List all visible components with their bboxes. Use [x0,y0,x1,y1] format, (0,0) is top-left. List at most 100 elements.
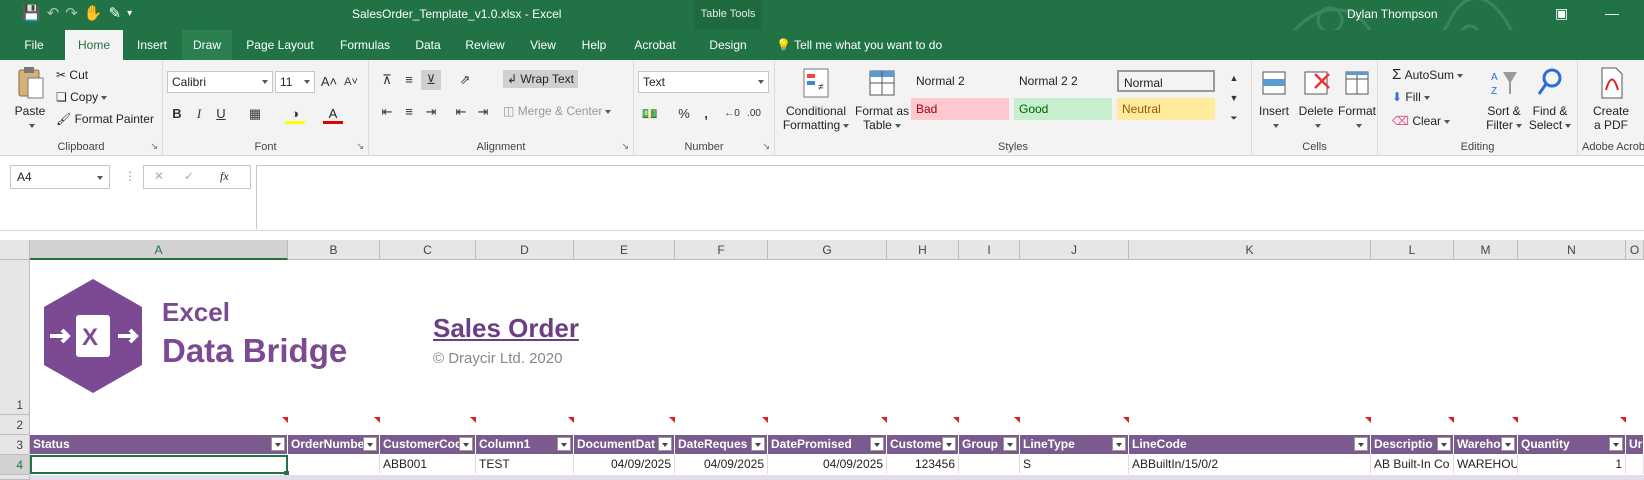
style-normal-2[interactable]: Normal 2 [911,70,1009,92]
style-good[interactable]: Good [1014,98,1112,120]
tab-file[interactable]: File [16,30,52,60]
filter-dropdown-icon[interactable] [1609,437,1623,451]
highlight-icon[interactable]: ✎ [109,4,122,22]
cell-k4[interactable]: ABBuiltIn/15/0/2 [1129,455,1371,474]
tab-help[interactable]: Help [574,30,614,60]
decrease-indent-icon[interactable]: ⇤ [451,102,471,122]
table-header-linecode[interactable]: LineCode [1129,435,1371,454]
save-icon[interactable]: 💾 [22,4,41,22]
cell-l4[interactable]: AB Built-In Co [1371,455,1454,474]
column-header-l[interactable]: L [1371,240,1454,260]
font-launcher-icon[interactable]: ↘ [356,141,364,152]
tab-acrobat[interactable]: Acrobat [626,30,684,60]
cell-c4[interactable]: ABB001 [380,455,476,474]
column-header-o[interactable]: O [1626,240,1644,260]
row-header-4[interactable]: 4 [0,455,30,475]
insert-cells-button[interactable]: Insert [1254,66,1294,132]
row-header-5[interactable] [0,475,30,480]
tab-review[interactable]: Review [457,30,513,60]
style-bad[interactable]: Bad [911,98,1009,120]
font-name-select[interactable]: Calibri [167,71,273,93]
orientation-icon[interactable]: ⇗ [455,70,475,90]
table-header-customer[interactable]: Custome [887,435,959,454]
copy-button[interactable]: ❏ Copy [56,90,108,104]
cell-n4[interactable]: 1 [1518,455,1626,474]
table-header-customercode[interactable]: CustomerCod [380,435,476,454]
cell-i4[interactable] [959,455,1020,474]
cell-f4[interactable]: 04/09/2025 [675,455,768,474]
redo-icon[interactable]: ↷ [65,4,78,22]
comma-button[interactable]: , [696,104,716,124]
tab-view[interactable]: View [524,30,562,60]
select-all-corner[interactable] [0,240,30,260]
merge-center-button[interactable]: ◫ Merge & Center [503,104,612,118]
formula-input[interactable] [256,165,1644,229]
tab-home[interactable]: Home [65,30,123,60]
conditional-formatting-button[interactable]: ≠ Conditional Formatting [781,66,851,132]
style-normal[interactable]: Normal [1117,70,1215,92]
create-pdf-button[interactable]: Create a PDF [1584,66,1638,132]
styles-scroll-up-icon[interactable]: ▲ [1227,68,1241,88]
undo-icon[interactable]: ↶ [47,4,60,22]
table-header-warehouse[interactable]: Wareho [1454,435,1518,454]
filter-dropdown-icon[interactable] [1437,437,1451,451]
customize-qat-icon[interactable]: ▾ [127,8,132,19]
fill-button[interactable]: ⬇ Fill [1392,90,1430,104]
increase-indent-icon[interactable]: ⇥ [473,102,493,122]
cell-m4[interactable]: WAREHOU [1454,455,1518,474]
align-right-icon[interactable]: ⇥ [421,102,441,122]
number-format-select[interactable]: Text [638,71,769,93]
cell-e4[interactable]: 04/09/2025 [574,455,675,474]
style-neutral[interactable]: Neutral [1117,98,1215,120]
minimize-icon[interactable]: — [1605,5,1619,21]
underline-button[interactable]: U [211,104,231,124]
tab-data[interactable]: Data [410,30,446,60]
column-header-m[interactable]: M [1454,240,1518,260]
sort-filter-button[interactable]: AZ Sort & Filter [1482,66,1526,132]
alignment-launcher-icon[interactable]: ↘ [621,141,629,152]
align-center-icon[interactable]: ≡ [399,102,419,122]
decrease-decimal-icon[interactable]: .00 [744,104,764,124]
column-header-h[interactable]: H [887,240,959,260]
ribbon-display-options-icon[interactable]: ▣ [1555,5,1568,22]
column-header-k[interactable]: K [1129,240,1371,260]
cell-h4[interactable]: 123456 [887,455,959,474]
cut-button[interactable]: ✂ Cut [56,68,88,82]
clear-button[interactable]: ⌫ Clear [1392,114,1450,128]
align-left-icon[interactable]: ⇤ [377,102,397,122]
delete-cells-button[interactable]: Delete [1296,66,1336,132]
increase-font-icon[interactable]: A˄ [319,72,339,92]
table-header-daterequested[interactable]: DateReques [675,435,768,454]
table-header-status[interactable]: Status [30,435,288,454]
tab-design[interactable]: Design [702,30,754,60]
filter-dropdown-icon[interactable] [1501,437,1515,451]
active-cell-a4[interactable] [30,455,288,474]
tab-draw[interactable]: Draw [182,30,232,60]
insert-function-icon[interactable]: fx [220,169,229,184]
wrap-text-button[interactable]: ↲ Wrap Text [503,70,578,88]
filter-dropdown-icon[interactable] [1003,437,1017,451]
number-launcher-icon[interactable]: ↘ [762,141,770,152]
tab-page-layout[interactable]: Page Layout [240,30,320,60]
cell-b4[interactable] [288,455,380,474]
table-header-description[interactable]: Descriptio [1371,435,1454,454]
table-header-column1[interactable]: Column1 [476,435,574,454]
styles-scroll-down-icon[interactable]: ▼ [1227,88,1241,108]
filter-dropdown-icon[interactable] [751,437,765,451]
table-header-ordernumber[interactable]: OrderNumbe [288,435,380,454]
find-select-button[interactable]: Find & Select [1528,66,1572,132]
paste-button[interactable]: Paste [10,66,50,132]
filter-dropdown-icon[interactable] [942,437,956,451]
tab-formulas[interactable]: Formulas [332,30,398,60]
italic-button[interactable]: I [189,104,209,124]
table-header-documentdate[interactable]: DocumentDat [574,435,675,454]
format-cells-button[interactable]: Format [1336,66,1378,132]
format-painter-button[interactable]: 🖌 Format Painter [56,112,154,126]
font-size-select[interactable]: 11 [275,71,315,93]
cell-d4[interactable]: TEST [476,455,574,474]
column-header-b[interactable]: B [288,240,380,260]
filter-dropdown-icon[interactable] [1354,437,1368,451]
filter-dropdown-icon[interactable] [363,437,377,451]
filter-dropdown-icon[interactable] [658,437,672,451]
filter-dropdown-icon[interactable] [271,437,285,451]
